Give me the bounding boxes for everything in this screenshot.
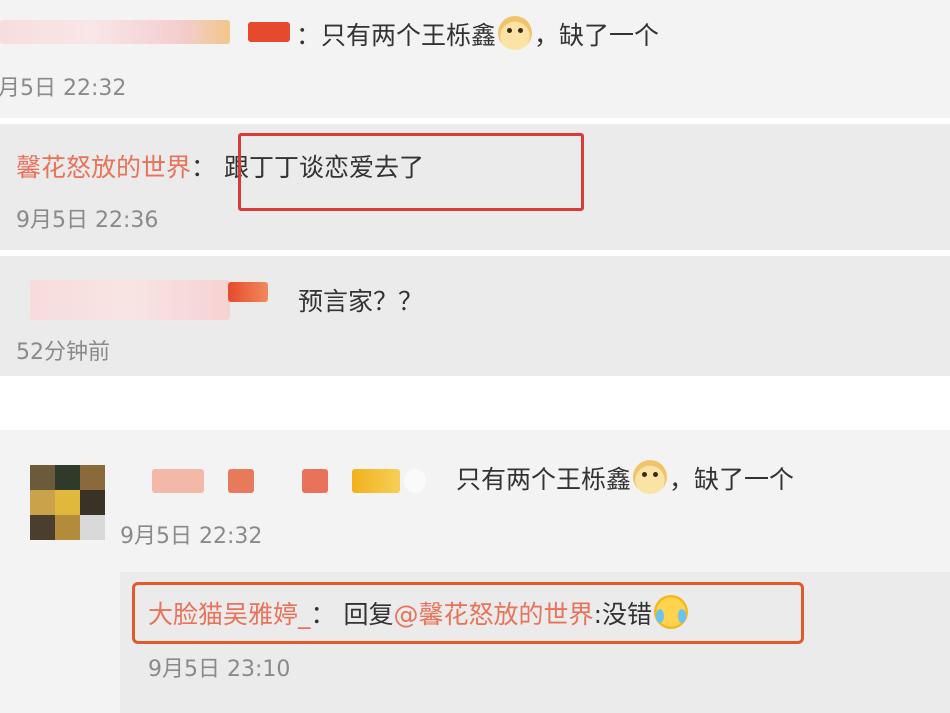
doge-emoji-icon [633, 460, 668, 494]
reply-timestamp: 52分钟前 [16, 340, 110, 365]
comment-timestamp: 9月5日 22:32 [120, 524, 263, 549]
reply-username[interactable]: 馨花怒放的世界 [16, 153, 191, 182]
blurred-badge [248, 22, 290, 42]
avatar[interactable] [30, 465, 105, 540]
doge-emoji-icon [498, 16, 533, 50]
comment-content: 只有两个王栎鑫 [456, 465, 632, 494]
comment-text: ：只有两个王栎鑫 ，缺了一个 [296, 16, 659, 52]
highlight-box [132, 582, 804, 644]
reply-content: 预言家？？ [298, 287, 424, 316]
blurred-username [302, 469, 328, 493]
comment-content-after: ，缺了一个 [534, 21, 660, 50]
blurred-username [228, 469, 254, 493]
blurred-username [152, 469, 204, 493]
reply-separator: ： [191, 153, 217, 182]
blurred-badge [228, 282, 268, 302]
reply-timestamp: 9月5日 22:36 [16, 208, 159, 233]
comment-content-after: ，缺了一个 [669, 465, 795, 494]
blurred-username [30, 280, 230, 320]
highlight-box [238, 133, 584, 211]
comment-content: ：只有两个王栎鑫 [296, 21, 497, 50]
blurred-badge [352, 469, 400, 493]
reply-timestamp: 9月5日 23:10 [148, 657, 291, 682]
blurred-username [0, 20, 230, 44]
comment-text: 只有两个王栎鑫 ，缺了一个 [456, 460, 794, 496]
comment-thread-top: ：只有两个王栎鑫，缺了一个 9月5日 22:32 馨花怒放的世界：跟丁丁谈恋爱去… [0, 0, 950, 376]
comment-timestamp: 9月5日 22:32 [0, 76, 127, 101]
blurred-badge [404, 469, 426, 493]
